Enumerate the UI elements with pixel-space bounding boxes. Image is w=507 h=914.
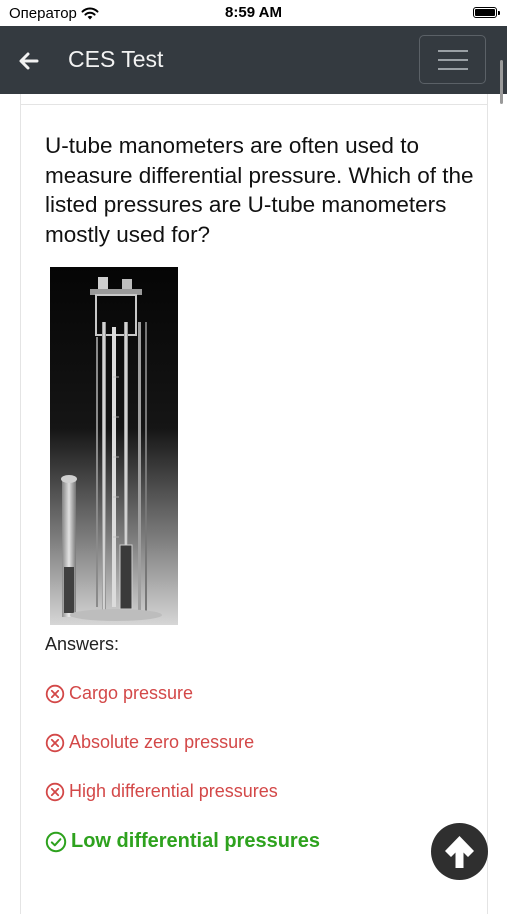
answer-text: High differential pressures: [69, 781, 278, 801]
x-circle-icon: [45, 684, 65, 703]
top-navbar: CES Test: [0, 26, 507, 94]
battery-icon: [473, 7, 500, 18]
answers-label: Answers:: [45, 634, 120, 654]
card-divider: [20, 104, 488, 105]
arrow-up-icon: [445, 836, 474, 868]
status-bar: Оператор 8:59 AM: [0, 0, 507, 26]
x-circle-icon: [45, 782, 65, 801]
question-text: U-tube manometers are often used to meas…: [45, 133, 474, 247]
answer-option[interactable]: Absolute zero pressure: [45, 732, 254, 753]
answer-text: Absolute zero pressure: [69, 732, 255, 752]
answer-text: Cargo pressure: [69, 683, 194, 703]
x-circle-icon: [45, 733, 65, 752]
scroll-to-top-button[interactable]: [431, 823, 488, 880]
arrow-left-icon: [19, 52, 39, 70]
answer-text: Low differential pressures: [71, 830, 320, 852]
answer-option[interactable]: Cargo pressure: [45, 683, 193, 704]
back-button[interactable]: [14, 46, 44, 76]
scrollbar[interactable]: [500, 60, 503, 104]
check-circle-icon: [45, 831, 67, 852]
answer-option[interactable]: High differential pressures: [45, 781, 278, 802]
menu-toggle-button[interactable]: [419, 35, 486, 84]
page-title: CES Test: [68, 46, 164, 72]
manometer-image: [50, 267, 178, 625]
answer-option-correct[interactable]: Low differential pressures: [45, 830, 320, 853]
status-time: 8:59 AM: [225, 4, 282, 21]
